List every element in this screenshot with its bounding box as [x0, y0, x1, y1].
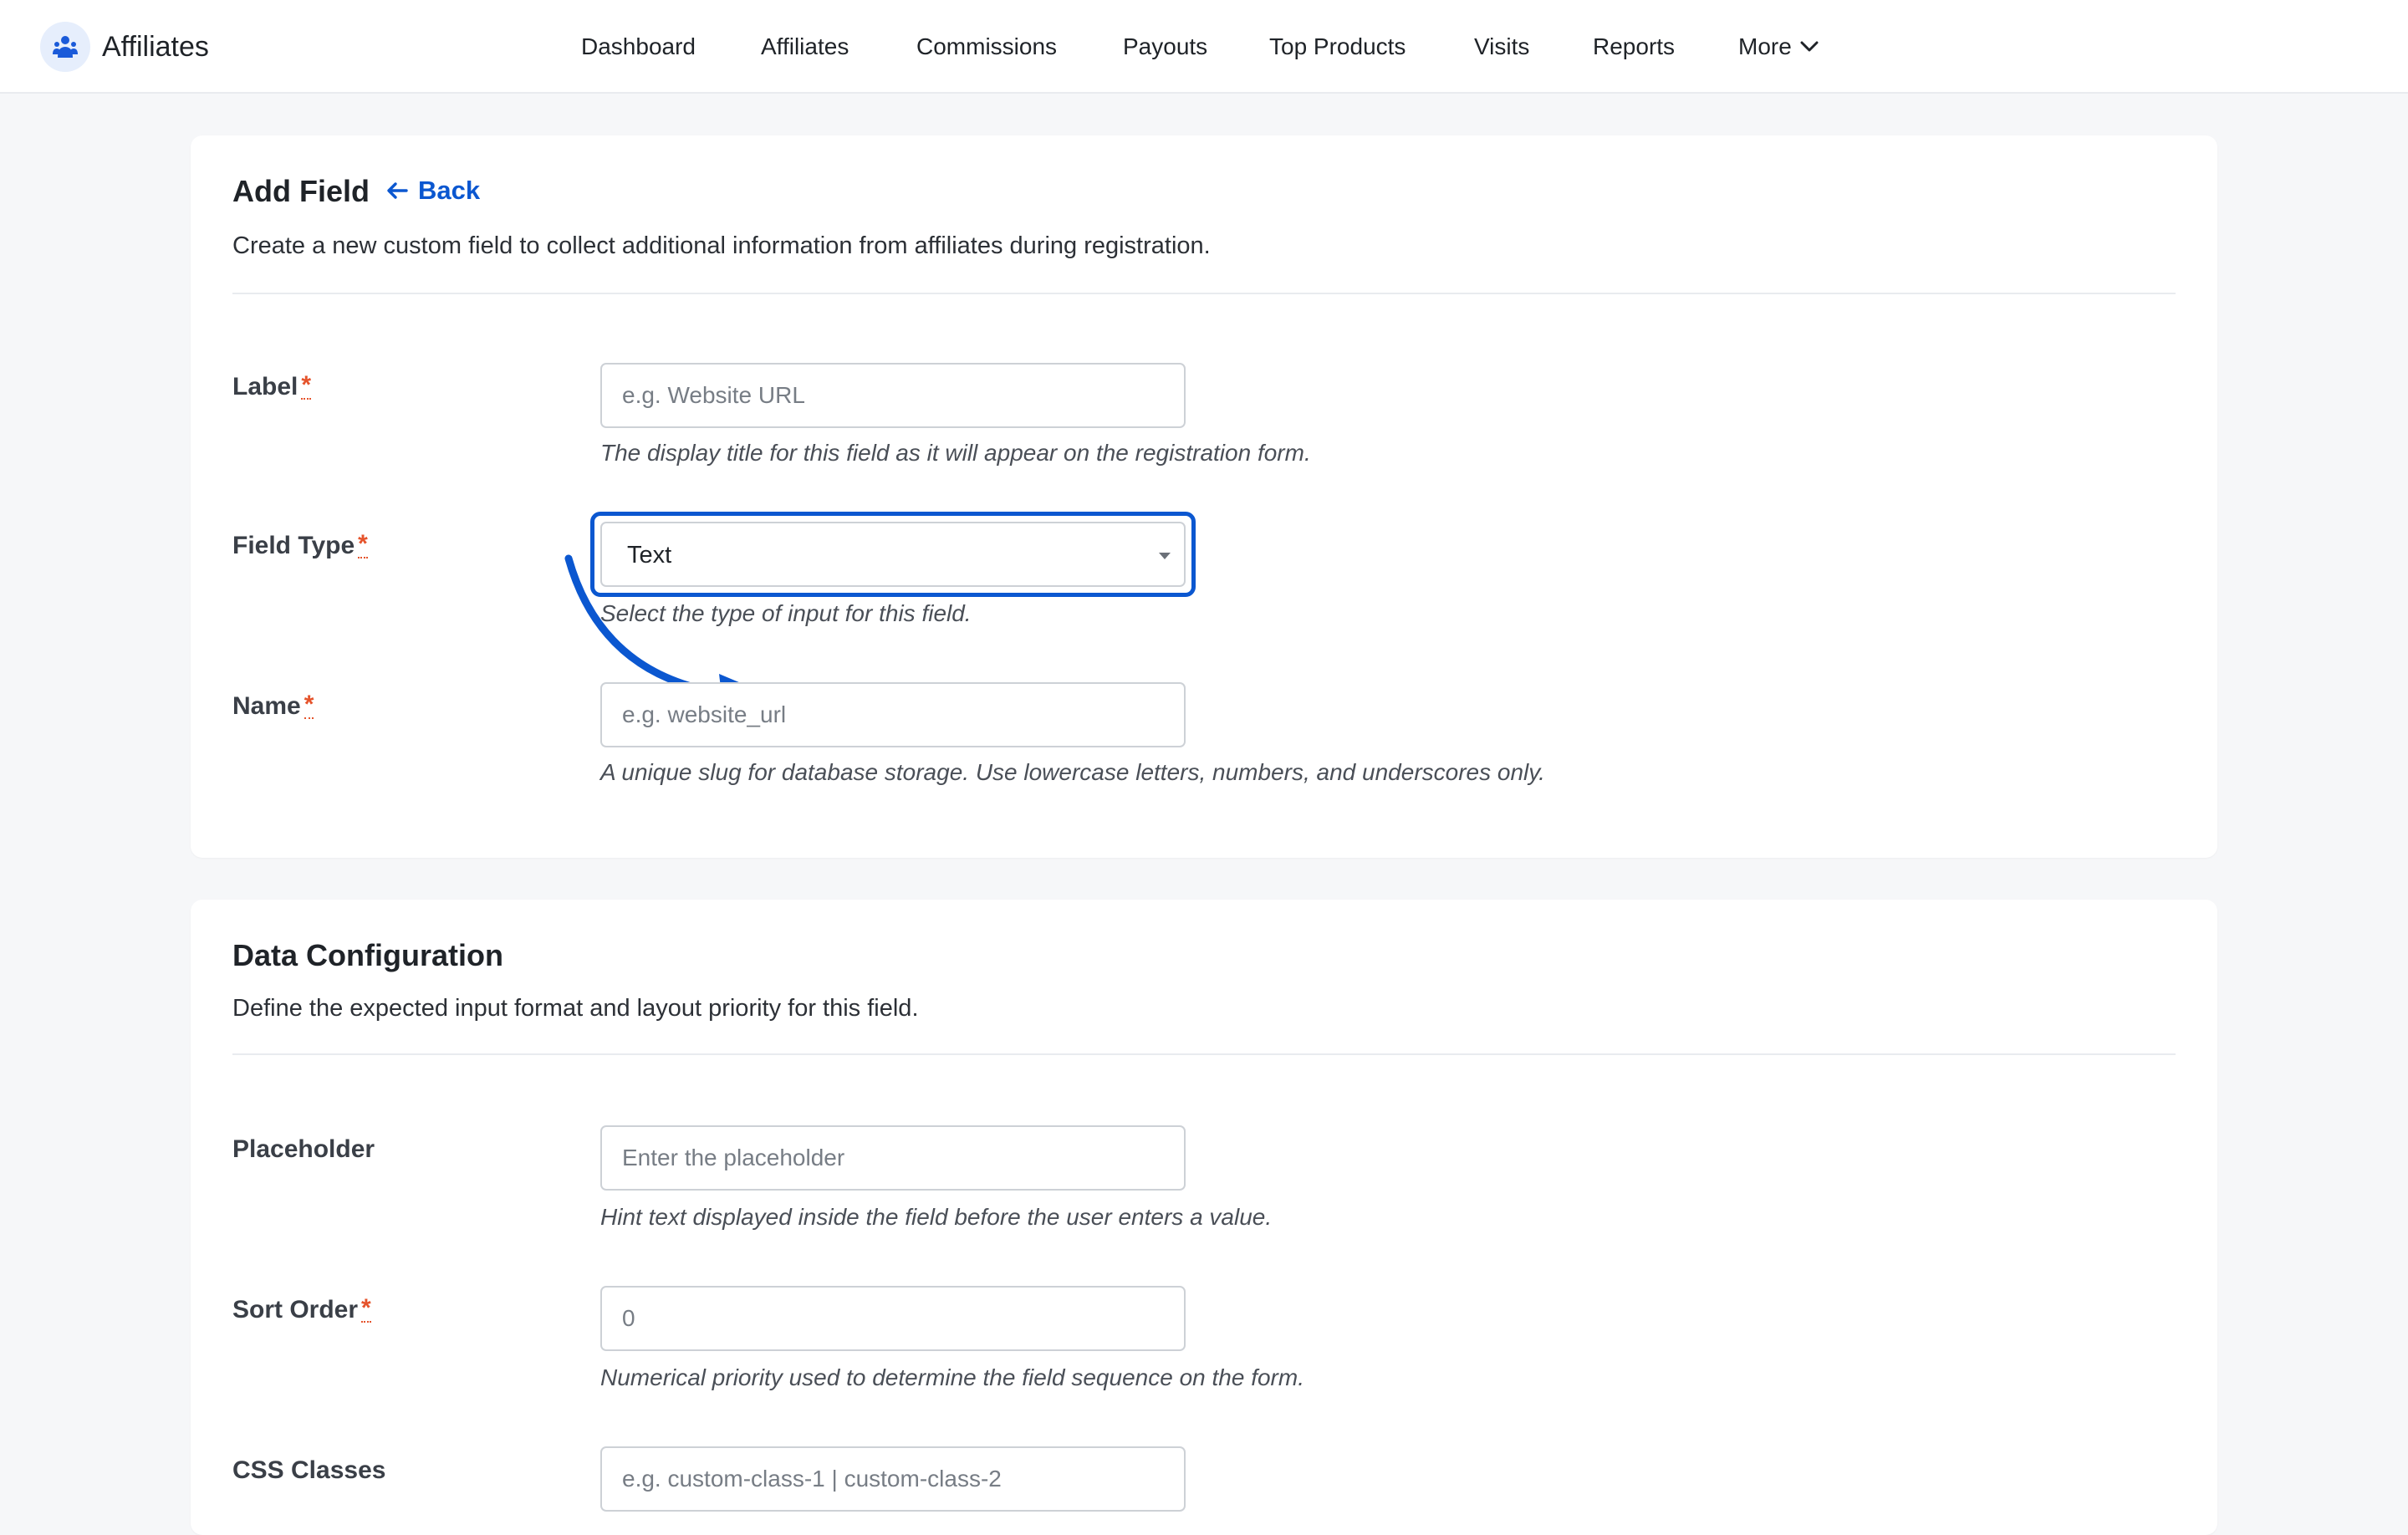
divider [232, 293, 2176, 294]
placeholder-field-label-text: Placeholder [232, 1135, 375, 1163]
nav-item-affiliates[interactable]: Affiliates [761, 28, 849, 65]
name-field-label-text: Name [232, 692, 301, 720]
required-indicator: * [304, 691, 314, 719]
sort-order-field-label: Sort Order * [232, 1296, 371, 1324]
css-classes-field-label-text: CSS Classes [232, 1456, 386, 1484]
field-type-label-text: Field Type [232, 532, 355, 559]
section-title: Data Configuration [232, 938, 503, 972]
placeholder-field-label: Placeholder [232, 1135, 375, 1164]
nav-item-dashboard[interactable]: Dashboard [581, 28, 696, 65]
name-help-text: A unique slug for database storage. Use … [600, 759, 1545, 785]
caret-down-icon [1159, 553, 1171, 559]
nav-item-more[interactable]: More [1738, 28, 1819, 65]
field-type-highlight: Text [590, 512, 1196, 597]
name-input[interactable] [600, 682, 1186, 747]
field-type-help-text: Select the type of input for this field. [600, 600, 972, 626]
sort-order-help-text: Numerical priority used to determine the… [600, 1364, 1304, 1390]
divider [232, 1053, 2176, 1055]
data-config-description: Define the expected input format and lay… [232, 995, 919, 1022]
add-field-description: Create a new custom field to collect add… [232, 232, 1211, 259]
sort-order-field-label-text: Sort Order [232, 1296, 359, 1323]
top-navigation-bar: Affiliates Dashboard Affiliates Commissi… [0, 0, 2408, 94]
field-type-select[interactable]: Text [600, 522, 1186, 587]
nav-item-visits[interactable]: Visits [1474, 28, 1529, 65]
label-help-text: The display title for this field as it w… [600, 440, 1311, 466]
sort-order-input[interactable] [600, 1286, 1186, 1351]
page-title: Add Field [232, 174, 370, 208]
arrow-left-icon [387, 182, 408, 199]
nav-item-top-products[interactable]: Top Products [1269, 28, 1406, 65]
required-indicator: * [301, 371, 312, 400]
label-field-label: Label * [232, 371, 312, 401]
back-label: Back [418, 176, 481, 205]
required-indicator: * [358, 530, 368, 558]
css-classes-input[interactable] [600, 1446, 1186, 1512]
placeholder-help-text: Hint text displayed inside the field bef… [600, 1204, 1273, 1230]
css-classes-field-label: CSS Classes [232, 1456, 385, 1485]
back-link[interactable]: Back [386, 176, 480, 206]
name-field-label: Name * [232, 692, 314, 721]
placeholder-input[interactable] [600, 1125, 1186, 1191]
field-type-selected-value: Text [627, 542, 672, 569]
nav-item-reports[interactable]: Reports [1593, 28, 1675, 65]
main-nav: Dashboard Affiliates Commissions Payouts… [0, 28, 2408, 65]
nav-item-commissions[interactable]: Commissions [916, 28, 1057, 65]
label-field-label-text: Label [232, 373, 298, 400]
add-field-card: Add Field Back Create a new custom field… [191, 135, 2217, 858]
nav-more-label: More [1738, 33, 1792, 59]
label-input[interactable] [600, 363, 1186, 428]
required-indicator: * [361, 1294, 371, 1323]
field-type-label: Field Type * [232, 532, 368, 560]
data-configuration-card: Data Configuration Define the expected i… [191, 900, 2217, 1535]
nav-item-payouts[interactable]: Payouts [1123, 28, 1207, 65]
chevron-down-icon [1800, 41, 1819, 52]
